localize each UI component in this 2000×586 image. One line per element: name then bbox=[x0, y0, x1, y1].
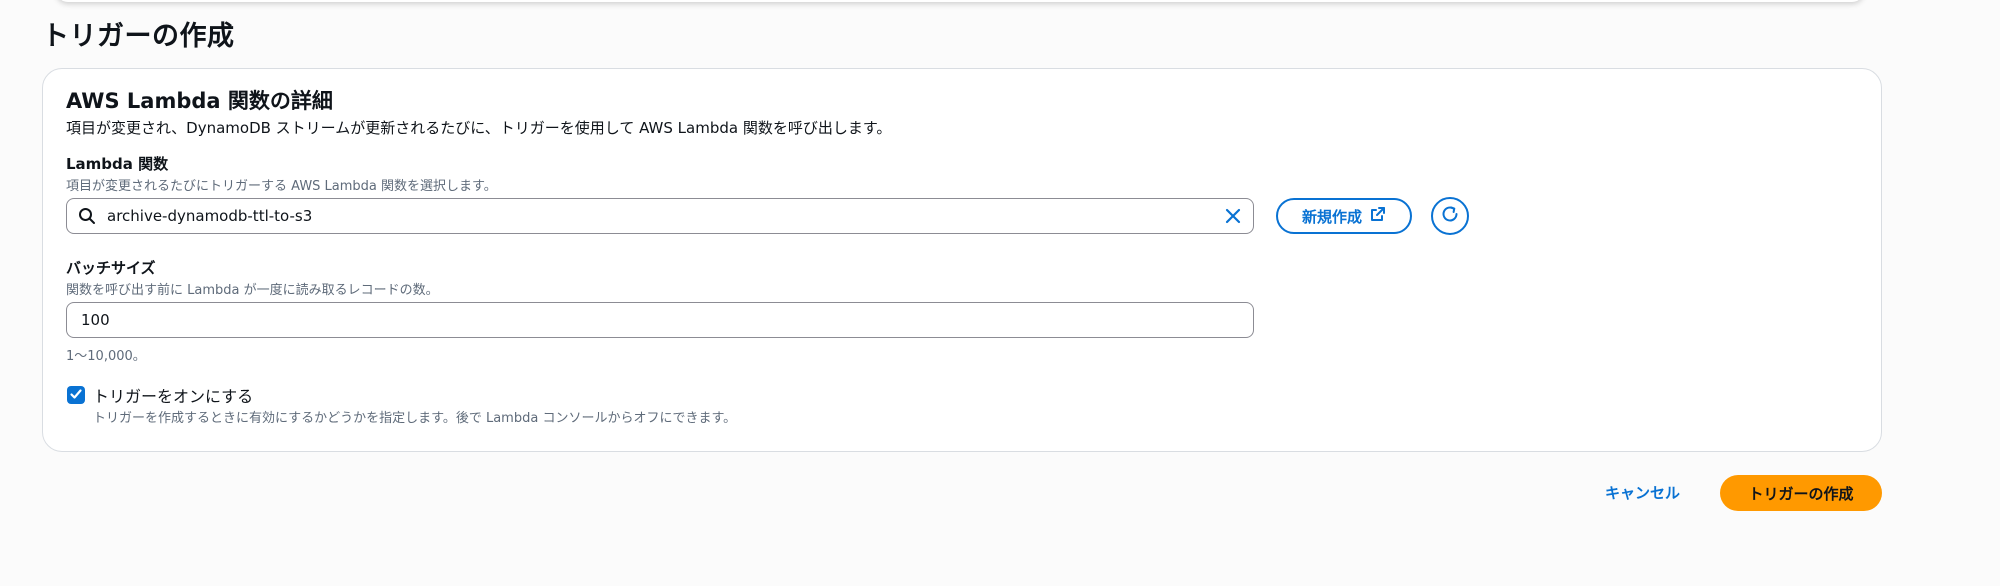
refresh-button[interactable] bbox=[1431, 197, 1469, 235]
refresh-icon bbox=[1440, 204, 1460, 228]
external-link-icon bbox=[1370, 206, 1386, 226]
create-new-function-button[interactable]: 新規作成 bbox=[1276, 198, 1412, 234]
clear-icon[interactable] bbox=[1213, 207, 1253, 225]
lambda-function-hint: 項目が変更されるたびにトリガーする AWS Lambda 関数を選択します。 bbox=[66, 179, 497, 194]
batch-size-label: バッチサイズ bbox=[66, 259, 156, 277]
batch-size-hint: 関数を呼び出す前に Lambda が一度に読み取るレコードの数。 bbox=[66, 283, 439, 298]
enable-trigger-label[interactable]: トリガーをオンにする bbox=[93, 383, 253, 407]
lambda-function-select[interactable]: archive-dynamodb-ttl-to-s3 bbox=[66, 198, 1254, 234]
enable-trigger-description: トリガーを作成するときに有効にするかどうかを指定します。後で Lambda コン… bbox=[93, 411, 737, 426]
lambda-function-label: Lambda 関数 bbox=[66, 155, 169, 173]
batch-size-value: 100 bbox=[81, 311, 110, 329]
lambda-function-value: archive-dynamodb-ttl-to-s3 bbox=[107, 207, 313, 225]
enable-trigger-checkbox[interactable] bbox=[67, 386, 85, 404]
page-title: トリガーの作成 bbox=[42, 21, 235, 52]
cancel-button[interactable]: キャンセル bbox=[1605, 482, 1680, 503]
check-icon bbox=[69, 386, 83, 405]
batch-size-constraint: 1〜10,000。 bbox=[66, 349, 146, 364]
panel-title: AWS Lambda 関数の詳細 bbox=[66, 89, 333, 113]
search-icon bbox=[67, 207, 107, 225]
create-new-label: 新規作成 bbox=[1301, 207, 1362, 226]
batch-size-input[interactable]: 100 bbox=[66, 302, 1254, 338]
top-bar-edge bbox=[56, 0, 1864, 2]
create-trigger-button[interactable]: トリガーの作成 bbox=[1720, 475, 1882, 511]
panel-description: 項目が変更され、DynamoDB ストリームが更新されるたびに、トリガーを使用し… bbox=[66, 119, 892, 137]
lambda-details-panel: AWS Lambda 関数の詳細 項目が変更され、DynamoDB ストリームが… bbox=[42, 68, 1882, 452]
